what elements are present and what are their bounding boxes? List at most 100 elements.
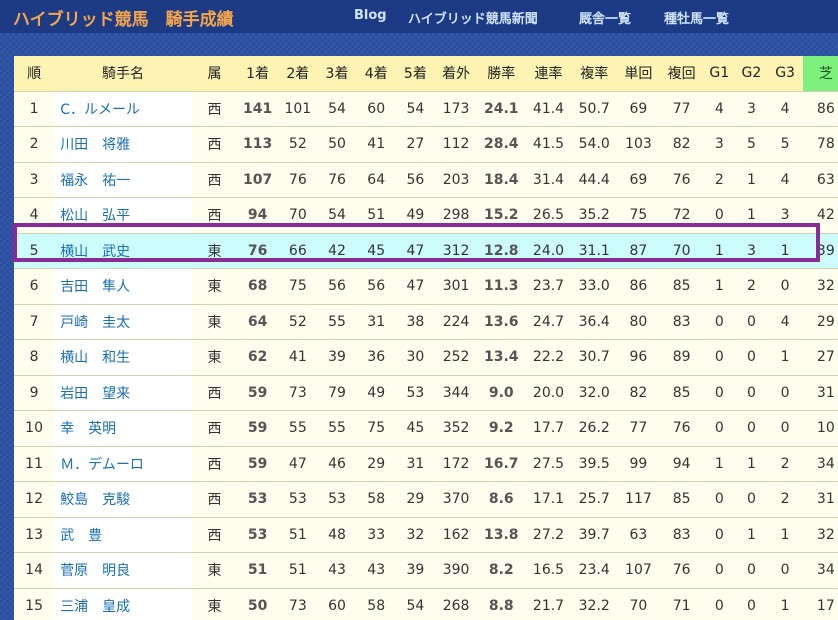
cell-4th: 33 <box>356 517 396 553</box>
cell-win-rate: 13.4 <box>477 339 526 376</box>
header-col-g3[interactable]: G3 <box>767 56 803 92</box>
cell-turf: 78 <box>802 126 838 163</box>
header-col-1st[interactable]: 1着 <box>237 56 279 92</box>
cell-win-return: 80 <box>616 304 661 340</box>
table-row: 14 菅原 明良東 51 51 43 43 39 390 8.2 16.5 23.4 107 76 0 0 0… <box>14 552 838 589</box>
cell-win-rate: 28.4 <box>477 126 526 163</box>
header-col-top3-rate[interactable]: 複率 <box>571 56 617 92</box>
cell-affiliation: 東 <box>191 268 238 305</box>
cell-g3: 1 <box>767 588 803 620</box>
cell-win-return: 103 <box>616 126 661 163</box>
cell-place-return: 72 <box>660 197 704 234</box>
cell-affiliation: 西 <box>191 162 238 198</box>
header-col-win-return[interactable]: 単回 <box>616 56 661 92</box>
cell-g3: 5 <box>767 126 803 163</box>
cell-4th: 36 <box>356 339 396 376</box>
cell-top2-rate: 31.4 <box>525 162 572 198</box>
jockey-name-link[interactable]: 横山 武史 <box>54 233 192 269</box>
cell-g2: 1 <box>735 446 768 482</box>
cell-g2: 1 <box>735 517 768 553</box>
jockey-name-link[interactable]: 鮫島 克駿 <box>54 481 192 518</box>
jockey-name-link[interactable]: C．ルメール <box>54 91 192 127</box>
cell-4th: 49 <box>356 375 396 411</box>
cell-turf: 32 <box>802 268 838 305</box>
table-body: 1 C．ルメール西 141 101 54 60 54 173 24.1 41.4 50.7 69 77 4… <box>14 91 838 620</box>
header-col-rank[interactable]: 順 <box>14 56 55 92</box>
header-col-place-return[interactable]: 複回 <box>660 56 704 92</box>
header-col-top2-rate[interactable]: 連率 <box>525 56 572 92</box>
cell-top3-rate: 31.1 <box>571 233 617 269</box>
cell-g1: 1 <box>703 233 736 269</box>
jockey-name-link[interactable]: 菅原 明良 <box>54 552 192 589</box>
header-col-3rd[interactable]: 3着 <box>317 56 357 92</box>
header-col-4th[interactable]: 4着 <box>356 56 396 92</box>
nav-link-sires[interactable]: 種牡馬一覧 <box>664 8 729 27</box>
jockey-name-link[interactable]: 三浦 皇成 <box>54 588 192 620</box>
jockey-name-link[interactable]: 福永 祐一 <box>54 162 192 198</box>
header-col-affiliation[interactable]: 属 <box>191 56 238 92</box>
cell-rank: 8 <box>14 339 55 376</box>
cell-4th: 43 <box>356 552 396 589</box>
cell-win-return: 96 <box>616 339 661 376</box>
cell-g1: 0 <box>703 197 736 234</box>
jockey-name-link[interactable]: 松山 弘平 <box>54 197 192 234</box>
jockey-name-link[interactable]: 岩田 望来 <box>54 375 192 411</box>
cell-5th: 56 <box>395 162 435 198</box>
jockey-stats-table-container[interactable]: 順騎手名属 1着 2着 3着 4着 5着 着外 勝率 連率 複率 単回 複回 G1 G2 G3 芝 1 C．ルメ… <box>14 56 838 620</box>
cell-g3: 0 <box>767 268 803 305</box>
cell-3rd: 48 <box>317 517 357 553</box>
nav-link-blog[interactable]: Blog <box>354 8 387 23</box>
cell-g2: 0 <box>735 552 768 589</box>
header-col-5th[interactable]: 5着 <box>395 56 435 92</box>
table-row: 12 鮫島 克駿西 53 53 53 58 29 370 8.6 17.1 25.7 117 85 0 0 2… <box>14 481 838 518</box>
cell-turf: 10 <box>802 410 838 447</box>
cell-1st: 50 <box>237 588 279 620</box>
cell-win-rate: 11.3 <box>477 268 526 305</box>
table-row: 15 三浦 皇成東 50 73 60 58 54 268 8.8 21.7 32.2 70 71 0 0 1 1… <box>14 588 838 620</box>
cell-win-rate: 12.8 <box>477 233 526 269</box>
table-row: 9 岩田 望来西 59 73 79 49 53 344 9.0 20.0 32.0 82 85 0 0 0 31 <box>14 375 838 411</box>
jockey-name-link[interactable]: 横山 和生 <box>54 339 192 376</box>
jockey-name-link[interactable]: 吉田 隼人 <box>54 268 192 305</box>
cell-turf: 34 <box>802 552 838 589</box>
cell-unplaced: 312 <box>434 233 478 269</box>
header-col-jockey-name[interactable]: 騎手名 <box>54 56 192 92</box>
jockey-stats-table: 順騎手名属 1着 2着 3着 4着 5着 着外 勝率 連率 複率 単回 複回 G1 G2 G3 芝 1 C．ルメ… <box>14 56 838 620</box>
header-col-unplaced[interactable]: 着外 <box>434 56 478 92</box>
jockey-name-link[interactable]: 川田 将雅 <box>54 126 192 163</box>
jockey-name-link[interactable]: 武 豊 <box>54 517 192 553</box>
cell-g1: 4 <box>703 91 736 127</box>
cell-5th: 30 <box>395 339 435 376</box>
cell-3rd: 55 <box>317 304 357 340</box>
cell-affiliation: 西 <box>191 517 238 553</box>
header-col-g2[interactable]: G2 <box>735 56 768 92</box>
cell-1st: 62 <box>237 339 279 376</box>
cell-4th: 31 <box>356 304 396 340</box>
site-logo[interactable]: ハイブリッド競馬 騎手成績 <box>13 5 234 30</box>
cell-g2: 1 <box>735 162 768 198</box>
cell-4th: 58 <box>356 588 396 620</box>
cell-rank: 7 <box>14 304 55 340</box>
header-col-2nd[interactable]: 2着 <box>278 56 318 92</box>
jockey-name-link[interactable]: Ｍ．デムーロ <box>54 446 192 482</box>
cell-g3: 1 <box>767 233 803 269</box>
cell-top3-rate: 32.0 <box>571 375 617 411</box>
cell-g1: 0 <box>703 410 736 447</box>
nav-link-stables[interactable]: 厩舎一覧 <box>579 8 631 27</box>
cell-1st: 113 <box>237 126 279 163</box>
cell-g1: 0 <box>703 375 736 411</box>
nav-link-newspaper[interactable]: ハイブリッド競馬新聞 <box>408 8 538 27</box>
cell-turf: 17 <box>802 588 838 620</box>
cell-g1: 2 <box>703 162 736 198</box>
table-row: 2 川田 将雅西 113 52 50 41 27 112 28.4 41.5 54.0 103 82 3 5… <box>14 126 838 163</box>
cell-rank: 11 <box>14 446 55 482</box>
cell-5th: 29 <box>395 481 435 518</box>
header-col-turf[interactable]: 芝 <box>802 56 838 92</box>
jockey-name-link[interactable]: 幸 英明 <box>54 410 192 447</box>
cell-place-return: 85 <box>660 375 704 411</box>
cell-place-return: 77 <box>660 91 704 127</box>
header-col-win-rate[interactable]: 勝率 <box>477 56 526 92</box>
cell-turf: 27 <box>802 339 838 376</box>
jockey-name-link[interactable]: 戸崎 圭太 <box>54 304 192 340</box>
header-col-g1[interactable]: G1 <box>703 56 736 92</box>
